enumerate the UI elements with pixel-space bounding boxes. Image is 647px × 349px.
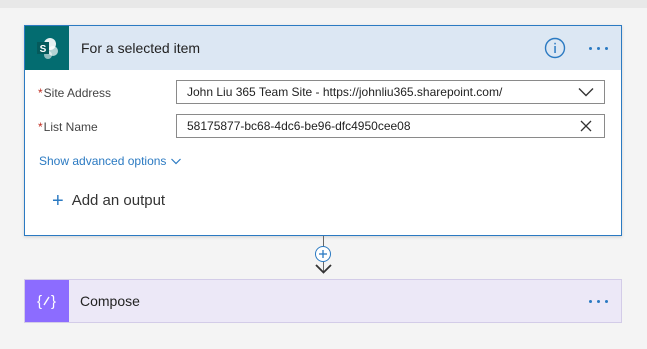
compose-icon: { } (25, 280, 69, 322)
trigger-title: For a selected item (81, 40, 201, 56)
list-name-value: 58175877-bc68-4dc6-be96-dfc4950cee08 (187, 119, 411, 133)
site-address-label: *Site Address (38, 86, 111, 100)
chevron-down-icon (171, 158, 182, 165)
chevron-down-icon[interactable] (574, 81, 598, 103)
site-address-dropdown[interactable]: John Liu 365 Team Site - https://johnliu… (176, 80, 605, 104)
trigger-card: S For a selected item *Site Address John… (24, 25, 622, 236)
plus-circle-icon[interactable] (315, 246, 331, 262)
more-options-icon[interactable] (586, 291, 612, 311)
trigger-card-header[interactable]: S For a selected item (25, 26, 621, 70)
advanced-options-label: Show advanced options (39, 154, 167, 168)
list-name-input[interactable]: 58175877-bc68-4dc6-be96-dfc4950cee08 (176, 114, 605, 138)
add-output-label: Add an output (71, 192, 166, 209)
site-address-label-text: Site Address (43, 86, 112, 100)
compose-card[interactable]: { } Compose (24, 279, 622, 323)
show-advanced-options-link[interactable]: Show advanced options (39, 154, 182, 168)
more-options-icon[interactable] (586, 38, 612, 58)
site-address-value: John Liu 365 Team Site - https://johnliu… (187, 85, 503, 99)
add-output-button[interactable]: + Add an output (52, 191, 165, 211)
clear-icon[interactable] (574, 115, 598, 137)
required-marker: * (38, 86, 43, 100)
svg-text:{: { (37, 293, 42, 310)
compose-title: Compose (80, 293, 140, 309)
sharepoint-icon: S (25, 26, 69, 70)
list-name-label: *List Name (38, 120, 98, 134)
list-name-label-text: List Name (43, 120, 98, 134)
arrow-down-icon (315, 264, 332, 274)
top-strip (0, 0, 647, 8)
svg-text:}: } (51, 293, 56, 310)
info-icon[interactable] (544, 37, 566, 59)
plus-icon: + (52, 190, 64, 212)
required-marker: * (38, 120, 43, 134)
svg-text:S: S (40, 44, 47, 55)
